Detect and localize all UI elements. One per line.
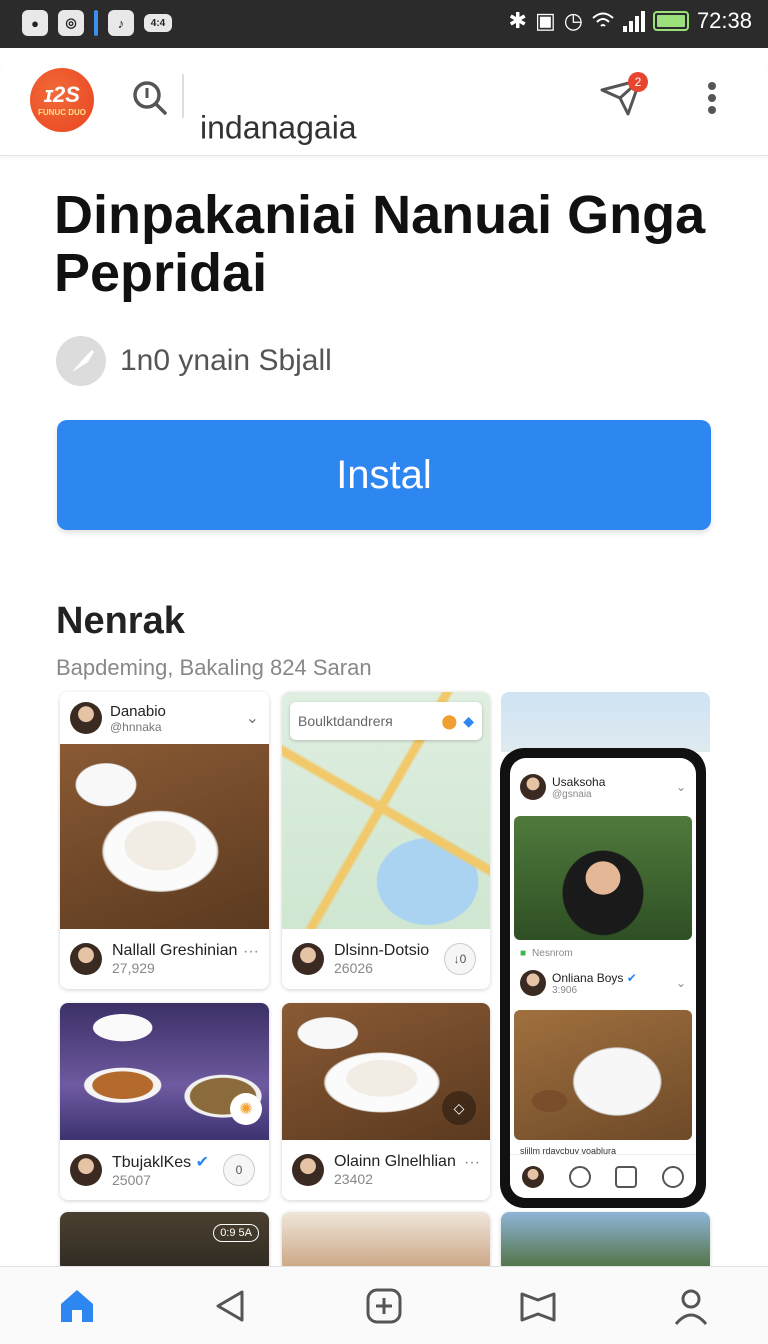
user-handle: 3:906 [552, 984, 578, 996]
username: Usaksoha [552, 774, 606, 789]
alarm-icon: ◷ [563, 8, 583, 33]
food-image[interactable] [514, 1010, 692, 1140]
map-search[interactable]: Boulktdandrerя ⬤ ◆ [290, 702, 482, 740]
music-icon: ♪ [108, 10, 134, 36]
app-title: indanagaia [200, 109, 357, 146]
brush-icon [56, 336, 106, 386]
username: Onliana Boys [552, 970, 624, 985]
search-icon[interactable] [568, 1165, 591, 1188]
avatar[interactable] [292, 1154, 324, 1186]
feed-card[interactable]: 0:9 5A [60, 1212, 269, 1272]
gallery-icon[interactable] [615, 1165, 638, 1188]
view-count: 23402 [334, 1171, 373, 1187]
phone-post-header: Onliana Boys ✔ 3:906 ⌄ [510, 966, 696, 1000]
bottom-navigation [0, 1266, 768, 1344]
card-footer: TbujaklKes ✔ 25007 0 [60, 1140, 269, 1200]
app-bar: ɪ2S FUNUC DUO indanagaia 2 [0, 48, 768, 156]
meta-text: 1n0 ynain Sbjall [120, 344, 332, 377]
username: Danabio [110, 702, 166, 720]
feed-card[interactable]: ✺ TbujaklKes ✔ 25007 0 [60, 1003, 269, 1200]
action-button[interactable]: 0 [223, 1154, 255, 1186]
wifi-icon [592, 12, 614, 27]
profile-icon[interactable] [667, 1282, 715, 1330]
user-handle: @gsnaia [552, 788, 592, 800]
add-icon[interactable] [360, 1282, 408, 1330]
person-icon: ● [22, 10, 48, 36]
view-count: 27,929 [112, 960, 155, 976]
home-icon[interactable] [53, 1282, 101, 1330]
feed-card[interactable] [282, 1212, 490, 1272]
phone-post-header: Usaksoha @gsnaia ⌄ [510, 770, 696, 804]
chevron-down-icon[interactable]: ⌄ [246, 708, 259, 728]
like-row: ■ Nesnrom [510, 944, 696, 962]
map-thumbnail [501, 692, 710, 752]
battery-icon [652, 11, 689, 31]
phone-nav [510, 1154, 696, 1198]
card-header: Danabio @hnnaka ⌄ [60, 692, 269, 744]
section-title: Nenrak [56, 600, 185, 642]
likes-label: Nesnrom [532, 947, 573, 959]
more-options-icon[interactable] [702, 78, 722, 118]
feed-card[interactable]: ◇ Olainn Glnelhlian 23402 ··· [282, 1003, 490, 1200]
sun-icon[interactable]: ✺ [230, 1093, 262, 1125]
card-footer: Dlsinn-Dotsio 26026 ↓0 [282, 929, 490, 989]
verified-icon: ✔ [626, 970, 637, 985]
tag-icon[interactable]: ◇ [442, 1091, 476, 1125]
author-name: Dlsinn-Dotsio [334, 942, 430, 959]
avatar[interactable] [522, 1165, 545, 1188]
status-bar: ● ◎ ♪ 4:4 ✱ ▣ ◷ 72:38 [0, 0, 768, 48]
bluetooth-icon: ✱ [508, 8, 527, 33]
phone-screen: Usaksoha @gsnaia ⌄ ■ Nesnrom Onliana Boy… [510, 758, 696, 1198]
card-footer: Olainn Glnelhlian 23402 ··· [282, 1140, 490, 1200]
profile-icon[interactable] [661, 1165, 684, 1188]
avatar[interactable] [70, 943, 102, 975]
page-title: Dinpakaniai Nanuai Gnga Pepridai [54, 185, 706, 303]
author-name: Nallall Greshinian [112, 942, 238, 959]
avatar[interactable] [70, 1154, 102, 1186]
avatar[interactable] [70, 702, 102, 734]
notification-badge: 2 [628, 72, 648, 92]
author-name: Olainn Glnelhlian [334, 1153, 456, 1170]
feed-card[interactable]: Danabio @hnnaka ⌄ Nallall Greshinian 27,… [60, 692, 269, 989]
more-icon[interactable]: ··· [243, 943, 259, 961]
divider [182, 74, 184, 118]
verified-icon: ✔ [195, 1154, 210, 1171]
chevron-down-icon[interactable]: ⌄ [676, 780, 686, 794]
message-icon: 4:4 [144, 14, 172, 32]
portrait-image[interactable] [514, 816, 692, 940]
avatar[interactable] [292, 943, 324, 975]
search-icon[interactable] [130, 78, 168, 116]
duration-badge: 0:9 5A [213, 1224, 259, 1242]
install-button[interactable]: Instal [57, 420, 711, 530]
food-image[interactable] [60, 744, 269, 929]
phone-preview[interactable]: Usaksoha @gsnaia ⌄ ■ Nesnrom Onliana Boy… [500, 748, 706, 1208]
section-subtitle: Bapdeming, Bakaling 824 Saran [56, 655, 372, 680]
avatar[interactable] [520, 774, 546, 800]
app-meta: 1n0 ynain Sbjall [56, 336, 332, 386]
more-icon[interactable]: ··· [464, 1154, 480, 1172]
sync-icon: ◎ [58, 10, 84, 36]
author-name: TbujaklKes ✔ [112, 1154, 210, 1171]
library-icon[interactable] [514, 1282, 562, 1330]
location-icon[interactable]: ◆ [463, 713, 474, 730]
clock: 72:38 [696, 8, 752, 33]
action-button[interactable]: ↓0 [444, 943, 476, 975]
back-icon[interactable] [206, 1282, 254, 1330]
card-footer: Nallall Greshinian 27,929 ··· [60, 929, 269, 989]
signal-icon [622, 10, 645, 32]
app-logo[interactable]: ɪ2S FUNUC DUO [30, 68, 94, 132]
view-count: 25007 [112, 1172, 151, 1188]
pin-icon: ⬤ [441, 712, 458, 729]
feed-card[interactable]: Boulktdandrerя ⬤ ◆ Dlsinn-Dotsio 26026 ↓… [282, 692, 490, 989]
indicator-icon [94, 10, 98, 36]
avatar[interactable] [520, 970, 546, 996]
vibrate-icon: ▣ [534, 8, 556, 33]
check-icon: ■ [520, 947, 527, 959]
feed-card[interactable] [501, 1212, 710, 1272]
view-count: 26026 [334, 960, 373, 976]
chevron-down-icon[interactable]: ⌄ [676, 976, 686, 990]
user-handle: @hnnaka [110, 719, 162, 734]
